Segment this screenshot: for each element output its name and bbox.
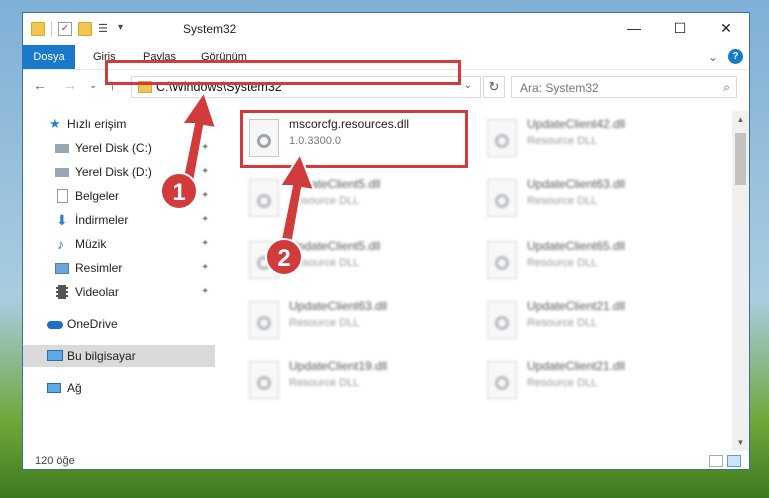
network-icon: [47, 383, 61, 393]
sidebar-item-label: Müzik: [75, 237, 107, 251]
file-name: UpdateClient19.dll: [289, 359, 388, 373]
step-1-badge: 1: [160, 172, 198, 210]
step-2-badge: 2: [265, 238, 303, 276]
file-item[interactable]: UpdateClient21.dll Resource DLL: [479, 295, 709, 347]
refresh-button[interactable]: ↻: [483, 76, 505, 98]
close-button[interactable]: ✕: [703, 13, 749, 43]
sidebar-item-label: İndirmeler: [75, 213, 129, 227]
item-count: 120 öğe: [35, 455, 75, 467]
file-name: UpdateClient65.dll: [527, 239, 626, 253]
file-type: Resource DLL: [527, 195, 598, 207]
sidebar-item-videos[interactable]: Videolar ✦: [23, 281, 215, 303]
file-type: Resource DLL: [527, 135, 598, 147]
file-name: UpdateClient63.dll: [527, 177, 626, 191]
folder-icon: [31, 22, 45, 36]
ribbon-controls: ⌄ ?: [708, 49, 743, 64]
sidebar-item-label: OneDrive: [67, 317, 118, 331]
music-icon: ♪: [57, 236, 64, 252]
sidebar-item-downloads[interactable]: ⬇ İndirmeler ✦: [23, 209, 215, 231]
expand-ribbon-icon[interactable]: ⌄: [708, 50, 718, 64]
recent-locations-icon[interactable]: ⌄: [89, 80, 97, 91]
details-view-icon[interactable]: [709, 455, 723, 467]
star-icon: ★: [49, 116, 61, 131]
scroll-thumb[interactable]: [735, 133, 746, 185]
new-folder-icon[interactable]: [78, 22, 92, 36]
file-type: Resource DLL: [289, 377, 360, 389]
dll-file-icon: [487, 241, 517, 279]
quick-access-toolbar: ✓ ☰ ▾: [31, 21, 132, 37]
drive-icon: [55, 144, 69, 153]
sidebar-item-music[interactable]: ♪ Müzik ✦: [23, 233, 215, 255]
sidebar-item-label: Bu bilgisayar: [67, 349, 136, 363]
sidebar-item-label: Yerel Disk (D:): [75, 165, 152, 179]
dll-file-icon: [249, 301, 279, 339]
documents-icon: [57, 189, 68, 203]
computer-icon: [47, 350, 63, 361]
file-type: Resource DLL: [527, 317, 598, 329]
scroll-down-icon[interactable]: ▼: [732, 434, 749, 451]
sidebar-item-label: Hızlı erişim: [67, 117, 127, 131]
file-type: Resource DLL: [289, 317, 360, 329]
file-name: UpdateClient21.dll: [527, 299, 626, 313]
vertical-scrollbar[interactable]: ▲ ▼: [732, 111, 749, 451]
sidebar-item-label: Belgeler: [75, 189, 120, 203]
sidebar-item-label: Ağ: [67, 381, 82, 395]
sidebar-item-this-pc[interactable]: Bu bilgisayar: [23, 345, 215, 367]
download-icon: ⬇: [56, 212, 68, 228]
toolbar-dropdown-icon[interactable]: ▾: [118, 22, 132, 36]
search-input[interactable]: Ara: System32 ⌕: [511, 76, 737, 98]
file-item[interactable]: UpdateClient63.dll Resource DLL: [479, 173, 709, 225]
title-bar: ✓ ☰ ▾ System32 — ☐ ✕: [23, 13, 749, 45]
maximize-button[interactable]: ☐: [657, 13, 703, 43]
pin-icon[interactable]: ✦: [201, 281, 209, 303]
file-name: UpdateClient42.dll: [527, 117, 626, 131]
pin-icon[interactable]: ✦: [201, 233, 209, 255]
help-icon[interactable]: ?: [728, 49, 743, 64]
file-item[interactable]: UpdateClient65.dll Resource DLL: [479, 235, 709, 287]
window-title: System32: [183, 22, 237, 36]
dll-file-icon: [487, 119, 517, 157]
file-type: Resource DLL: [527, 257, 598, 269]
forward-arrow-icon[interactable]: →: [63, 77, 77, 93]
status-bar: 120 öğe: [23, 451, 749, 471]
customize-toolbar-icon[interactable]: ☰: [98, 22, 112, 36]
cloud-icon: [47, 321, 63, 329]
file-item[interactable]: UpdateClient42.dll Resource DLL: [479, 113, 709, 165]
drive-icon: [55, 168, 69, 177]
sidebar-item-onedrive[interactable]: OneDrive: [23, 313, 215, 335]
file-item[interactable]: UpdateClient63.dll Resource DLL: [241, 295, 471, 347]
back-arrow-icon[interactable]: ←: [33, 77, 47, 93]
pin-icon[interactable]: ✦: [201, 257, 209, 279]
pictures-icon: [55, 263, 69, 274]
file-type: Resource DLL: [527, 377, 598, 389]
minimize-button[interactable]: —: [611, 13, 657, 43]
file-name: UpdateClient63.dll: [289, 299, 388, 313]
file-item[interactable]: UpdateClient19.dll Resource DLL: [241, 355, 471, 407]
sidebar-item-label: Videolar: [75, 285, 119, 299]
window-controls: — ☐ ✕: [611, 13, 749, 43]
tiles-view-icon[interactable]: [727, 455, 741, 467]
dll-file-icon: [487, 301, 517, 339]
file-name: UpdateClient21.dll: [527, 359, 626, 373]
sidebar-item-network[interactable]: Ağ: [23, 377, 215, 399]
search-icon: ⌕: [723, 80, 730, 94]
dll-file-icon: [487, 361, 517, 399]
chevron-down-icon[interactable]: ⌄: [464, 80, 472, 91]
view-toggles: [709, 455, 741, 467]
tab-file[interactable]: Dosya: [23, 45, 75, 69]
file-item[interactable]: UpdateClient21.dll Resource DLL: [479, 355, 709, 407]
address-bar-highlight: [105, 60, 461, 85]
pin-icon[interactable]: ✦: [201, 209, 209, 231]
dll-file-icon: [249, 361, 279, 399]
scroll-up-icon[interactable]: ▲: [732, 111, 749, 128]
divider: [51, 21, 52, 37]
dll-file-icon: [487, 179, 517, 217]
properties-icon[interactable]: ✓: [58, 22, 72, 36]
sidebar-item-label: Resimler: [75, 261, 123, 275]
video-icon: [56, 285, 68, 299]
search-placeholder: Ara: System32: [520, 81, 599, 95]
sidebar-item-label: Yerel Disk (C:): [75, 141, 152, 155]
sidebar-item-pictures[interactable]: Resimler ✦: [23, 257, 215, 279]
